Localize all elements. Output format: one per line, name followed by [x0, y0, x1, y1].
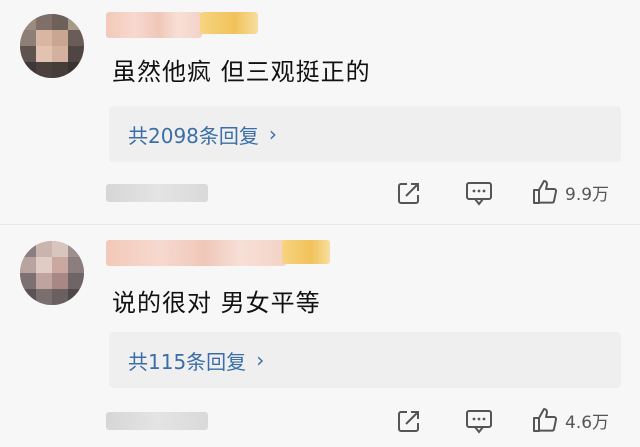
timestamp-blurred — [106, 412, 208, 430]
blurred-avatar-image — [20, 241, 84, 305]
like-count: 9.9万 — [565, 184, 610, 205]
reply-summary-box[interactable]: 共115条回复 › — [109, 332, 621, 388]
like-button[interactable]: 4.6万 — [531, 406, 609, 434]
comment-button[interactable] — [465, 408, 493, 434]
comment-item: 虽然他疯 但三观挺正的 共2098条回复 › 9.9万 — [0, 0, 640, 220]
user-badge-blurred — [282, 240, 330, 264]
chevron-right-icon: › — [256, 348, 265, 372]
share-icon — [398, 183, 419, 204]
comment-divider — [0, 224, 640, 225]
reply-count-link[interactable]: 共2098条回复 — [128, 120, 259, 149]
avatar[interactable] — [20, 14, 84, 78]
reply-summary-box[interactable]: 共2098条回复 › — [109, 106, 621, 162]
comment-item: 说的很对 男女平等 共115条回复 › 4.6万 — [0, 226, 640, 447]
chevron-right-icon: › — [268, 122, 277, 146]
comment-button[interactable] — [465, 180, 493, 206]
username-blurred[interactable] — [106, 12, 202, 38]
blurred-avatar-image — [20, 14, 84, 78]
avatar[interactable] — [20, 241, 84, 305]
comment-text: 说的很对 男女平等 — [112, 289, 321, 317]
user-badge-blurred — [200, 12, 258, 34]
comment-icon — [466, 410, 492, 434]
username-blurred[interactable] — [106, 240, 286, 266]
share-button[interactable] — [396, 180, 422, 206]
comment-text: 虽然他疯 但三观挺正的 — [112, 58, 371, 86]
thumbs-up-icon — [533, 408, 558, 432]
share-button[interactable] — [396, 408, 422, 434]
like-button[interactable]: 9.9万 — [531, 178, 609, 206]
share-icon — [398, 411, 419, 432]
thumbs-up-icon — [533, 180, 558, 204]
timestamp-blurred — [106, 184, 208, 202]
comment-icon — [466, 182, 492, 206]
like-count: 4.6万 — [565, 412, 610, 433]
reply-count-link[interactable]: 共115条回复 — [128, 346, 246, 375]
